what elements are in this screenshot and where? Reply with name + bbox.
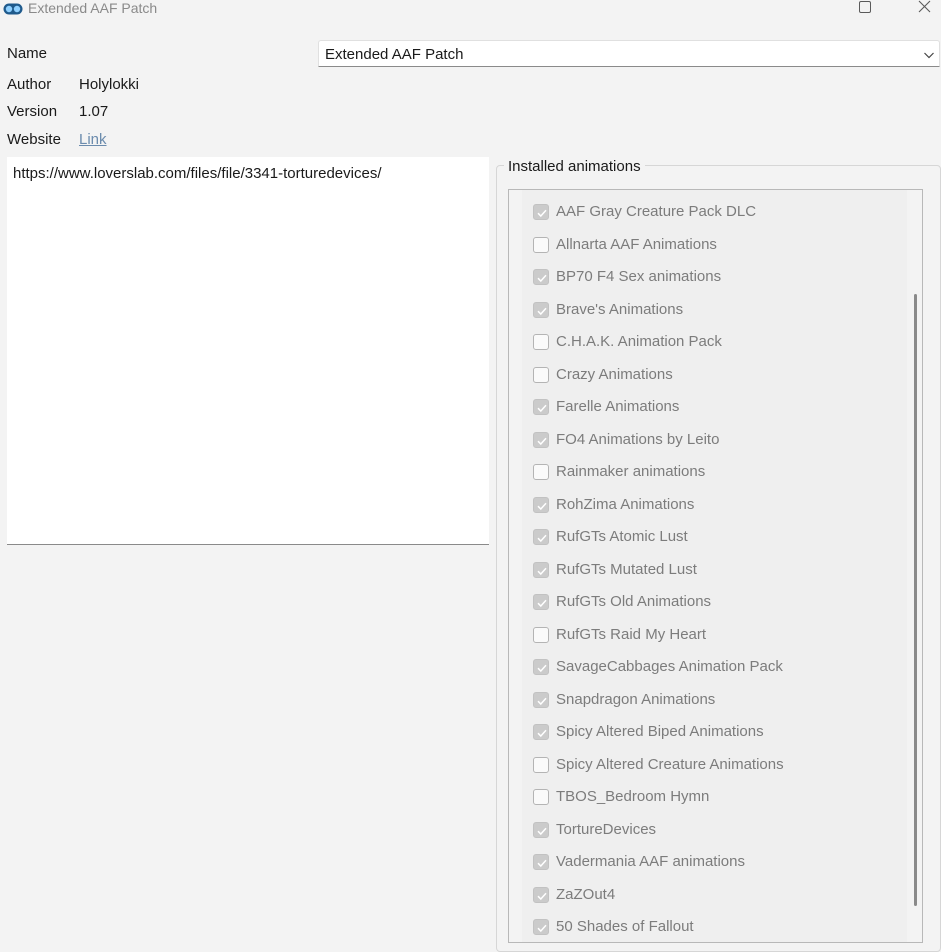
name-dropdown[interactable]: Extended AAF Patch: [318, 40, 940, 67]
website-link[interactable]: Link: [79, 131, 107, 149]
animation-item-label: RufGTs Raid My Heart: [556, 625, 707, 643]
animation-item-label: TBOS_Bedroom Hymn: [556, 788, 710, 805]
animation-item[interactable]: BP70 F4 Sex animations: [522, 267, 907, 291]
animation-item-label: SavageCabbages Animation Pack: [556, 658, 783, 675]
maximize-button[interactable]: [842, 0, 888, 16]
animation-item[interactable]: Crazy Animations: [522, 365, 907, 389]
animation-item[interactable]: Spicy Altered Creature Animations: [522, 755, 907, 779]
website-label: Website: [7, 131, 61, 148]
app-icon: [3, 2, 23, 15]
checkbox-checked[interactable]: [533, 919, 549, 935]
checkbox-checked[interactable]: [533, 659, 549, 675]
animations-list-body: AAF Gray Creature Pack DLC Allnarta AAF A…: [522, 190, 907, 942]
checkbox-checked[interactable]: [533, 496, 549, 513]
checkbox-checked[interactable]: [533, 431, 549, 448]
animation-item-label: Farelle Animations: [556, 398, 680, 415]
animation-item[interactable]: AAF Gray Creature Pack DLC: [522, 202, 907, 226]
author-label: Author: [7, 76, 52, 93]
description-text: https://www.loverslab.com/files/file/334…: [13, 165, 382, 182]
animation-item[interactable]: ZaZOut4: [522, 885, 907, 909]
title-bar: Extended AAF Patch: [0, 0, 941, 26]
animation-item-label: RohZima Animations: [556, 495, 695, 513]
animation-item[interactable]: SavageCabbages Animation Pack: [522, 657, 907, 681]
animation-item[interactable]: Snapdragon Animations: [522, 690, 907, 714]
animation-item-label: 50 Shades of Fallout: [556, 918, 694, 935]
animation-item[interactable]: RohZima Animations: [522, 495, 907, 519]
animation-item-label: C.H.A.K. Animation Pack: [556, 333, 722, 350]
checkbox-unchecked[interactable]: [533, 756, 549, 773]
animation-item-label: Snapdragon Animations: [556, 690, 716, 708]
checkbox-checked[interactable]: [533, 886, 549, 903]
animation-item[interactable]: TortureDevices: [522, 820, 907, 844]
checkbox-checked[interactable]: [533, 204, 549, 220]
animation-item-label: RufGTs Old Animations: [556, 593, 712, 610]
checkbox-unchecked[interactable]: [533, 334, 549, 350]
animation-item-label: Crazy Animations: [556, 365, 673, 383]
animation-item[interactable]: Spicy Altered Biped Animations: [522, 722, 907, 746]
animation-item[interactable]: Farelle Animations: [522, 397, 907, 421]
animation-item[interactable]: Vadermania AAF animations: [522, 852, 907, 876]
checkbox-checked[interactable]: [533, 529, 549, 545]
checkbox-checked[interactable]: [533, 561, 549, 578]
animation-item-label: AAF Gray Creature Pack DLC: [556, 203, 757, 220]
animation-item-label: FO4 Animations by Leito: [556, 430, 720, 448]
animation-item-label: RufGTs Mutated Lust: [556, 560, 697, 578]
animation-item-label: RufGTs Atomic Lust: [556, 528, 688, 545]
checkbox-checked[interactable]: [533, 594, 549, 610]
animation-item[interactable]: Rainmaker animations: [522, 462, 907, 486]
checkbox-checked[interactable]: [533, 854, 549, 870]
animation-item-label: Spicy Altered Biped Animations: [556, 723, 764, 740]
list-scrollbar-thumb[interactable]: [914, 294, 917, 906]
animation-item[interactable]: TBOS_Bedroom Hymn: [522, 787, 907, 811]
animation-item-label: Vadermania AAF animations: [556, 853, 745, 870]
close-button[interactable]: [901, 0, 941, 16]
checkbox-unchecked[interactable]: [533, 464, 549, 480]
animation-item-label: BP70 F4 Sex animations: [556, 268, 722, 285]
maximize-icon: [859, 0, 871, 17]
animation-item[interactable]: RufGTs Old Animations: [522, 592, 907, 616]
checkbox-unchecked[interactable]: [533, 626, 549, 643]
animation-item[interactable]: Brave's Animations: [522, 300, 907, 324]
checkbox-checked[interactable]: [533, 724, 549, 740]
animation-item[interactable]: 50 Shades of Fallout: [522, 917, 907, 941]
chevron-down-icon: [923, 48, 935, 60]
checkbox-checked[interactable]: [533, 399, 549, 415]
window-title: Extended AAF Patch: [28, 0, 158, 16]
version-value: 1.07: [79, 103, 109, 120]
checkbox-checked[interactable]: [533, 691, 549, 708]
checkbox-checked[interactable]: [533, 301, 549, 318]
animation-item-label: Brave's Animations: [556, 300, 684, 318]
animation-item[interactable]: Allnarta AAF Animations: [522, 235, 907, 259]
animation-item[interactable]: FO4 Animations by Leito: [522, 430, 907, 454]
checkbox-unchecked[interactable]: [533, 236, 549, 253]
animation-item-label: Allnarta AAF Animations: [556, 235, 717, 253]
description-textarea[interactable]: https://www.loverslab.com/files/file/334…: [7, 157, 489, 545]
checkbox-checked[interactable]: [533, 269, 549, 285]
animation-item[interactable]: C.H.A.K. Animation Pack: [522, 332, 907, 356]
name-label: Name: [7, 45, 48, 62]
name-dropdown-value: Extended AAF Patch: [325, 46, 464, 63]
animation-item-label: TortureDevices: [556, 820, 657, 838]
animations-list[interactable]: AAF Gray Creature Pack DLC Allnarta AAF A…: [508, 189, 923, 943]
close-icon: [918, 0, 931, 17]
checkbox-unchecked[interactable]: [533, 366, 549, 383]
animation-item[interactable]: RufGTs Atomic Lust: [522, 527, 907, 551]
checkbox-unchecked[interactable]: [533, 789, 549, 805]
installed-animations-title: Installed animations: [504, 158, 645, 176]
animation-item-label: Rainmaker animations: [556, 463, 706, 480]
animation-item[interactable]: RufGTs Mutated Lust: [522, 560, 907, 584]
animation-item[interactable]: RufGTs Raid My Heart: [522, 625, 907, 649]
version-label: Version: [7, 103, 58, 120]
animation-item-label: ZaZOut4: [556, 885, 616, 903]
author-value: Holylokki: [79, 76, 140, 93]
animation-item-label: Spicy Altered Creature Animations: [556, 755, 784, 773]
checkbox-checked[interactable]: [533, 821, 549, 838]
